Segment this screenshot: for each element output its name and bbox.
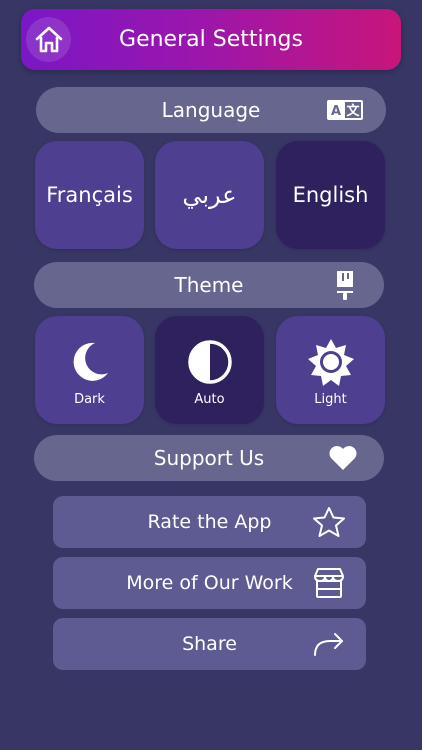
support-section-header: Support Us [34, 435, 384, 481]
store-icon [312, 567, 346, 599]
more-work-label: More of Our Work [126, 572, 293, 594]
share-label: Share [182, 633, 237, 655]
rate-app-button[interactable]: Rate the App [53, 496, 366, 548]
language-label: Language [161, 98, 261, 122]
paint-brush-icon [334, 269, 356, 301]
theme-option-label: Dark [74, 391, 105, 407]
theme-option-label: Auto [194, 391, 225, 407]
theme-option-light[interactable]: Light [276, 316, 385, 424]
language-option-label: English [292, 183, 369, 207]
svg-text:A: A [331, 104, 341, 119]
moon-icon [66, 338, 114, 386]
language-option-label: Français [46, 183, 133, 207]
header-bar: General Settings [21, 9, 401, 70]
home-icon [35, 26, 62, 52]
language-option-english[interactable]: English [276, 141, 385, 249]
theme-option-label: Light [314, 391, 347, 407]
language-option-label: عربي [182, 181, 237, 209]
language-option-arabic[interactable]: عربي [155, 141, 264, 249]
translate-icon: A 文 [326, 98, 364, 122]
theme-option-dark[interactable]: Dark [35, 316, 144, 424]
star-icon [312, 506, 346, 538]
more-work-button[interactable]: More of Our Work [53, 557, 366, 609]
svg-text:文: 文 [346, 103, 360, 119]
theme-label: Theme [174, 273, 244, 297]
language-section-header: Language A 文 [36, 87, 386, 133]
sun-icon [307, 338, 355, 386]
theme-option-auto[interactable]: Auto [155, 316, 264, 424]
home-button[interactable] [26, 17, 71, 62]
page-title: General Settings [119, 27, 303, 52]
language-option-french[interactable]: Français [35, 141, 144, 249]
support-label: Support Us [153, 446, 265, 470]
share-arrow-icon [312, 631, 346, 657]
share-button[interactable]: Share [53, 618, 366, 670]
heart-icon [328, 445, 358, 471]
theme-section-header: Theme [34, 262, 384, 308]
half-circle-icon [186, 338, 234, 386]
rate-app-label: Rate the App [147, 511, 272, 533]
